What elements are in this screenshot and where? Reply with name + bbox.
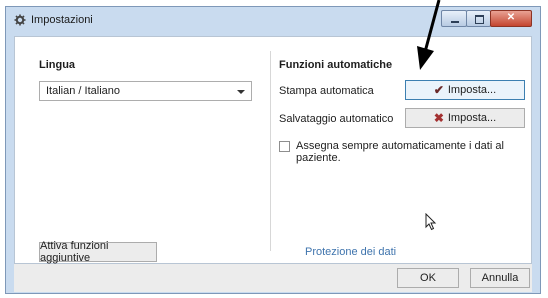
- assign-patient-checkbox[interactable]: [279, 141, 290, 152]
- x-icon: ✖: [433, 111, 444, 125]
- auto-save-setup-button[interactable]: ✖ Imposta...: [405, 108, 525, 128]
- settings-window: Impostazioni ✕ Lingua Italian / Italiano…: [5, 6, 541, 294]
- window-title: Impostazioni: [31, 14, 93, 26]
- enable-extra-functions-button[interactable]: Attiva funzioni aggiuntive: [39, 240, 157, 264]
- cancel-button[interactable]: Annulla: [470, 268, 530, 288]
- minimize-button[interactable]: [441, 10, 467, 27]
- chevron-down-icon: [237, 90, 245, 94]
- settings-panel: Lingua Italian / Italiano Funzioni autom…: [14, 36, 532, 264]
- language-select[interactable]: Italian / Italiano: [39, 81, 252, 101]
- close-icon: ✕: [506, 12, 516, 23]
- auto-print-label: Stampa automatica: [279, 85, 374, 97]
- language-select-value: Italian / Italiano: [46, 85, 120, 97]
- language-heading: Lingua: [39, 59, 76, 71]
- auto-print-setup-button[interactable]: ✔ Imposta...: [405, 80, 525, 100]
- auto-functions-heading: Funzioni automatiche: [279, 59, 393, 71]
- auto-save-setup-label: Imposta...: [447, 112, 497, 124]
- ok-label: OK: [420, 272, 436, 284]
- assign-patient-label[interactable]: Assegna sempre automaticamente i dati al…: [296, 140, 531, 164]
- dialog-footer: OK Annulla: [14, 264, 532, 292]
- privacy-link[interactable]: Protezione dei dati: [305, 246, 396, 258]
- gear-icon: [14, 14, 26, 26]
- ok-button[interactable]: OK: [397, 268, 459, 288]
- auto-print-setup-label: Imposta...: [447, 84, 497, 96]
- close-button[interactable]: ✕: [490, 10, 532, 27]
- maximize-button[interactable]: [466, 10, 491, 27]
- title-bar[interactable]: Impostazioni ✕: [6, 7, 540, 35]
- enable-extra-functions-label: Attiva funzioni aggiuntive: [40, 240, 109, 264]
- cancel-label: Annulla: [481, 272, 519, 284]
- column-divider: [270, 51, 271, 251]
- check-icon: ✔: [433, 83, 444, 97]
- auto-save-label: Salvataggio automatico: [279, 113, 394, 125]
- window-controls: ✕: [441, 10, 532, 27]
- mouse-cursor-icon: [425, 213, 437, 231]
